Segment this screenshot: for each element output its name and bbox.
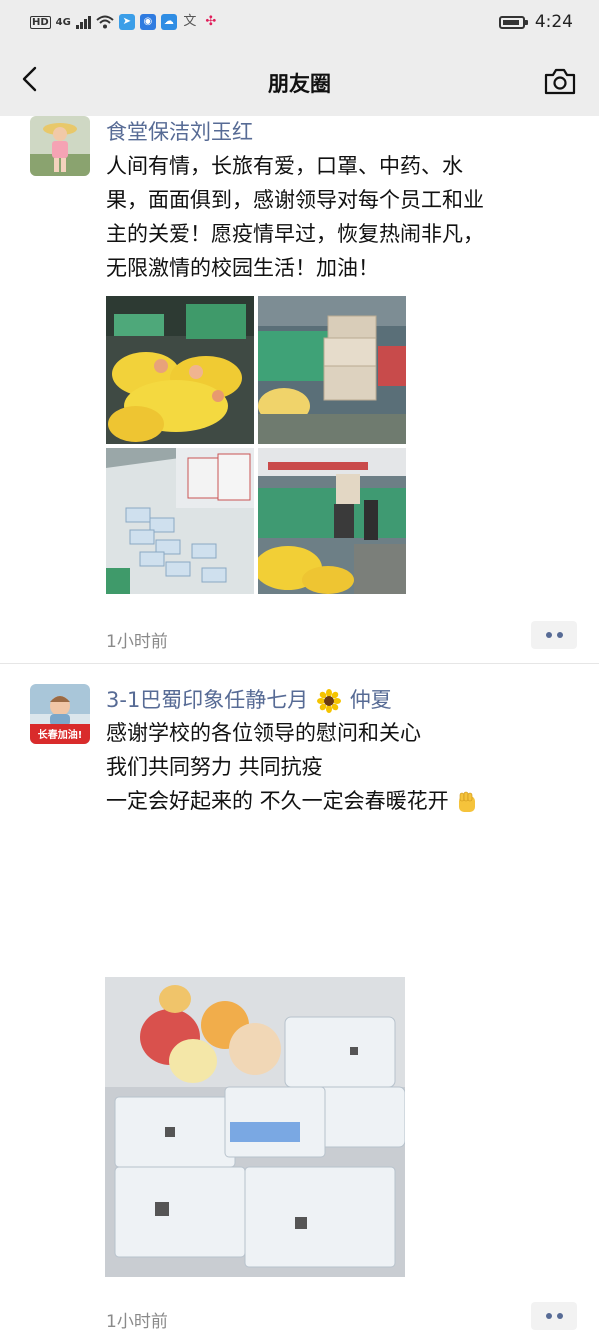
translate-icon: 文	[183, 14, 197, 29]
avatar[interactable]	[30, 116, 90, 176]
moment-post: 食堂保洁刘玉红 人间有情，长旅有爱，口罩、中药、水 果，面面俱到，感谢领导对每个…	[0, 116, 599, 662]
post-text-line: 我们共同努力 共同抗疫	[106, 755, 323, 779]
post-text-line: 无限激情的校园生活！加油！	[106, 256, 379, 280]
dot-icon	[556, 632, 563, 638]
status-bar: HD 4G ➤ ◉ ☁ 文 ✣ 4:24	[0, 0, 599, 44]
camera-icon[interactable]	[543, 66, 577, 96]
post-time: 1小时前	[106, 1312, 168, 1332]
slack-icon: ✣	[205, 14, 217, 29]
post-text-line: 感谢学校的各位领导的慰问和关心	[106, 721, 421, 745]
more-options-button[interactable]	[531, 1302, 577, 1330]
fruit-and-medicine-photo[interactable]	[105, 977, 405, 1277]
boxes-photo[interactable]	[258, 296, 406, 444]
signal-icon	[75, 15, 91, 29]
post-text: 人间有情，长旅有爱，口罩、中药、水 果，面面俱到，感谢领导对每个员工和业 主的关…	[106, 149, 576, 285]
hd-tag: HD	[30, 15, 51, 29]
clock: 4:24	[534, 12, 573, 32]
canteen-delivery-photo[interactable]	[258, 448, 406, 594]
telegram-icon: ➤	[118, 14, 135, 30]
battery-icon	[498, 15, 528, 29]
avatar-caption: 长春加油!	[37, 730, 83, 741]
dot-icon	[545, 632, 552, 638]
page-title: 朋友圈	[268, 72, 331, 96]
post-text: 感谢学校的各位领导的慰问和关心 我们共同努力 共同抗疫 一定会好起来的 不久一定…	[106, 716, 576, 818]
nav-bar: 朋友圈	[0, 44, 599, 116]
status-left: HD 4G ➤ ◉ ☁ 文 ✣	[30, 14, 219, 30]
author-name[interactable]: 食堂保洁刘玉红	[106, 116, 253, 146]
post-text-line-content: 一定会好起来的 不久一定会春暖花开	[106, 789, 449, 813]
avatar[interactable]: 长春加油!	[30, 684, 90, 744]
author-name-text: 3-1巴蜀印象任静七月	[106, 688, 309, 712]
post-text-line: 一定会好起来的 不久一定会春暖花开	[106, 784, 576, 818]
more-options-button[interactable]	[531, 621, 577, 649]
post-divider	[0, 663, 599, 664]
post-time: 1小时前	[106, 632, 168, 652]
masks-table-photo[interactable]	[106, 448, 254, 594]
moment-post: 长春加油! 3-1巴蜀印象任静七月 仲夏 感谢学校的各位领导的慰问和关心 我们共…	[0, 684, 599, 1332]
status-right: 4:24	[498, 12, 573, 32]
post-text-line: 果，面面俱到，感谢领导对每个员工和业	[106, 188, 484, 212]
fruit-bags-photo[interactable]	[106, 296, 254, 444]
fist-emoji	[459, 791, 476, 812]
dot-icon	[545, 1313, 552, 1319]
dot-icon	[556, 1313, 563, 1319]
post-text-line: 人间有情，长旅有爱，口罩、中药、水	[106, 154, 463, 178]
author-name-suffix: 仲夏	[349, 688, 392, 712]
sunflower-icon	[317, 689, 341, 713]
post-text-line: 主的关爱！愿疫情早过，恢复热闹非凡，	[106, 222, 484, 246]
bulb-icon: ◉	[139, 14, 156, 30]
author-name[interactable]: 3-1巴蜀印象任静七月 仲夏	[106, 684, 392, 714]
network-tag: 4G	[55, 16, 71, 28]
cloud-icon: ☁	[160, 14, 177, 30]
wifi-icon	[96, 15, 114, 29]
